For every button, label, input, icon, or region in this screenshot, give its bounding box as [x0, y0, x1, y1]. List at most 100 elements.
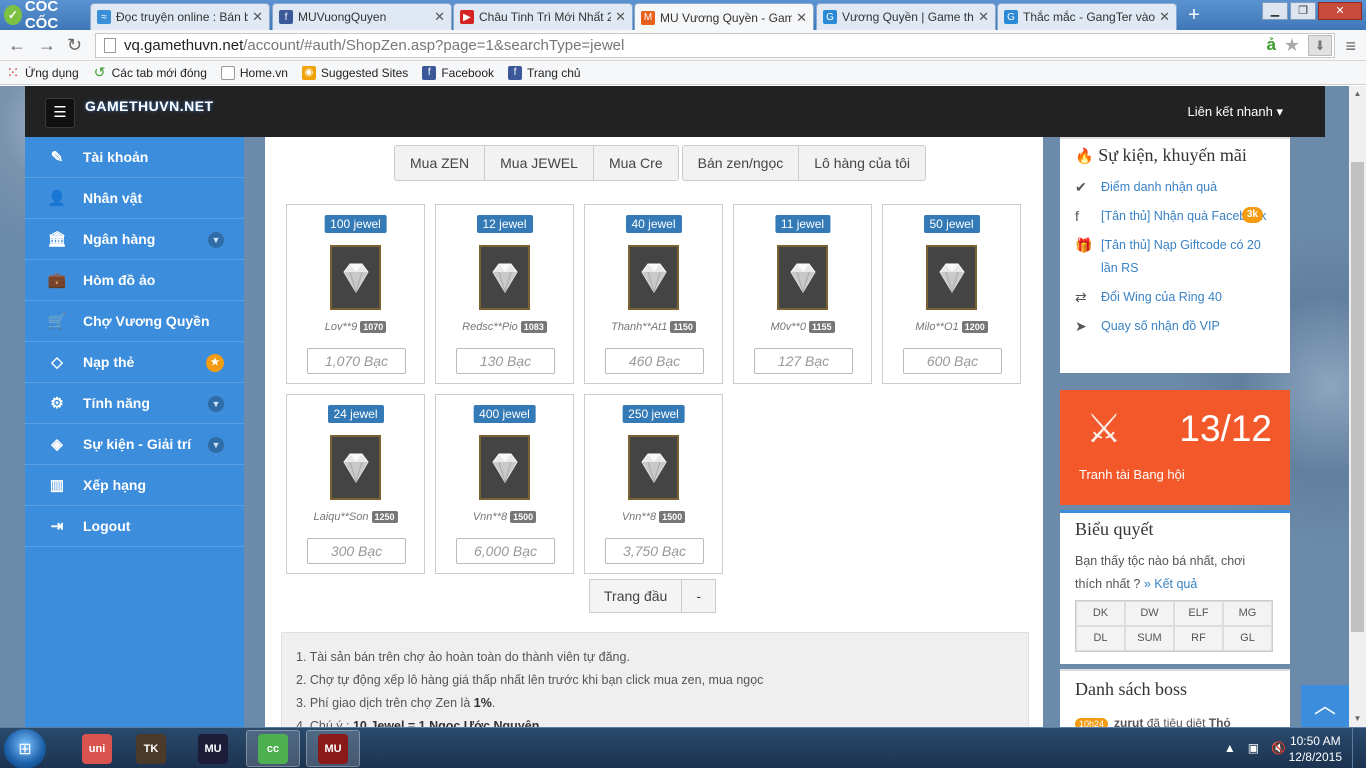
bookmark-item[interactable]: ⁙ Ứng dụng — [6, 65, 78, 82]
shop-tab-button[interactable]: Mua JEWEL — [484, 145, 594, 181]
scroll-to-top-button[interactable]: ︿ — [1301, 685, 1349, 727]
quick-link-dropdown[interactable]: Liên kết nhanh ▾ — [1188, 104, 1283, 120]
jewel-card[interactable]: 50 jewel Milo**O1 1200 600 Bạc — [882, 204, 1021, 384]
sidebar-item[interactable]: ◇ Nạp thẻ ★ — [25, 342, 244, 383]
start-button[interactable]: ⊞ — [4, 729, 46, 768]
browser-menu-icon[interactable]: ≡ — [1345, 36, 1356, 57]
jewel-card[interactable]: 40 jewel Thanh**At1 1150 460 Bạc — [584, 204, 723, 384]
jewel-card[interactable]: 400 jewel Vnn**8 1500 6,000 Bạc — [435, 394, 574, 574]
game-launcher-icon: TK — [136, 733, 166, 764]
pager-button[interactable]: Trang đầu — [589, 579, 683, 613]
jewel-price-button[interactable]: 3,750 Bạc — [605, 538, 704, 564]
sidebar-item[interactable]: 🛒 Chợ Vương Quyền — [25, 301, 244, 342]
jewel-card[interactable]: 12 jewel Redsc**Pio 1083 130 Bạc — [435, 204, 574, 384]
url-input[interactable]: vq.gamethuvn.net/account/#auth/ShopZen.a… — [95, 33, 1335, 58]
bookmark-item[interactable]: ↺ Các tab mới đóng — [93, 64, 207, 80]
browser-brand[interactable]: ✓ CỐC CỐC — [0, 0, 88, 32]
show-desktop-button[interactable] — [1352, 728, 1366, 768]
bookmark-item[interactable]: Home.vn — [220, 65, 288, 80]
note-text-end: . — [491, 696, 496, 710]
scroll-up-icon[interactable]: ▲ — [1349, 86, 1366, 102]
browser-tab[interactable]: G Vương Quyền | Game thủ ✕ — [816, 3, 996, 30]
tray-expand-icon[interactable]: ▲ — [1224, 741, 1236, 755]
system-clock[interactable]: 10:50 AM 12/8/2015 — [1289, 733, 1342, 765]
jewel-price-button[interactable]: 127 Bạc — [754, 348, 853, 374]
sidebar-item[interactable]: 🏛 Ngân hàng ▼ — [25, 219, 244, 260]
sidebar-item[interactable]: ◈ Sự kiện - Giải trí ▼ — [25, 424, 244, 465]
taskbar-app[interactable]: MU — [186, 730, 240, 767]
bookmark-item[interactable]: f Trang chủ — [508, 65, 581, 80]
jewel-card[interactable]: 100 jewel Lov**9 1070 1,070 Bạc — [286, 204, 425, 384]
event-link[interactable]: f [Tân thủ] Nhận quà Facebook 3k — [1075, 205, 1275, 228]
event-link[interactable]: 🎁 [Tân thủ] Nạp Giftcode có 20 lần RS — [1075, 234, 1275, 280]
poll-option-button[interactable]: GL — [1223, 626, 1272, 651]
browser-tab[interactable]: ≈ Đọc truyện online : Bán b ✕ — [90, 3, 270, 30]
tab-close-icon[interactable]: ✕ — [796, 10, 807, 26]
poll-option-button[interactable]: RF — [1174, 626, 1223, 651]
jewel-price-button[interactable]: 600 Bạc — [903, 348, 1002, 374]
browser-tab[interactable]: f MUVuongQuyen ✕ — [272, 3, 452, 30]
taskbar-app[interactable]: uni — [70, 730, 124, 767]
event-link[interactable]: ⇄ Đổi Wing của Ring 40 — [1075, 286, 1275, 309]
shop-tab-button[interactable]: Mua ZEN — [394, 145, 486, 181]
jewel-card[interactable]: 24 jewel Laiqu**Son 1250 300 Bạc — [286, 394, 425, 574]
bookmark-item[interactable]: ◉ Suggested Sites — [301, 65, 408, 80]
volume-muted-icon[interactable]: 🔇 — [1271, 741, 1286, 755]
event-link[interactable]: ✔ Điểm danh nhận quà — [1075, 176, 1275, 199]
scrollbar-thumb[interactable] — [1351, 162, 1364, 632]
shop-action-button[interactable]: Bán zen/ngọc — [681, 145, 800, 181]
vertical-scrollbar[interactable]: ▲ ▼ — [1349, 86, 1366, 727]
browser-tab[interactable]: ▶ Châu Tinh Trì Mới Nhất 2 ✕ — [453, 3, 633, 30]
site-logo[interactable]: MU GAMETHUVN.NET — [85, 92, 214, 122]
sidebar-item[interactable]: ⇥ Logout — [25, 506, 244, 547]
hamburger-menu-icon[interactable]: ☰ — [45, 98, 75, 128]
bookmark-item[interactable]: f Facebook — [422, 65, 494, 80]
new-tab-button[interactable]: + — [1182, 4, 1206, 26]
minimize-button[interactable]: ▁ — [1262, 2, 1288, 20]
tab-close-icon[interactable]: ✕ — [978, 9, 989, 25]
jewel-card[interactable]: 11 jewel M0v**0 1155 127 Bạc — [733, 204, 872, 384]
coccoc-extension-icon[interactable]: ả — [1267, 35, 1276, 55]
jewel-card[interactable]: 250 jewel Vnn**8 1500 3,750 Bạc — [584, 394, 723, 574]
network-icon[interactable]: ▣ — [1248, 741, 1259, 755]
shop-tab-button[interactable]: Mua Cre — [592, 145, 679, 181]
bookmark-star-icon[interactable]: ★ — [1284, 35, 1300, 56]
jewel-price-button[interactable]: 300 Bạc — [307, 538, 406, 564]
jewel-price-button[interactable]: 6,000 Bạc — [456, 538, 555, 564]
sidebar-item[interactable]: ✎ Tài khoản — [25, 137, 244, 178]
reload-icon[interactable]: ↻ — [67, 35, 82, 56]
poll-option-button[interactable]: ELF — [1174, 601, 1223, 626]
event-link[interactable]: ➤ Quay số nhận đồ VIP — [1075, 315, 1275, 338]
maximize-button[interactable]: ❐ — [1290, 2, 1316, 20]
poll-option-button[interactable]: DW — [1125, 601, 1174, 626]
jewel-price-button[interactable]: 460 Bạc — [605, 348, 704, 374]
poll-results-link[interactable]: » Kết quả — [1144, 577, 1198, 591]
jewel-price-button[interactable]: 1,070 Bạc — [307, 348, 406, 374]
sidebar-item[interactable]: ▥ Xếp hạng — [25, 465, 244, 506]
guild-war-box[interactable]: ⚔ 13/12 Tranh tài Bang hội — [1060, 390, 1290, 505]
browser-tab[interactable]: G Thắc mắc - GangTer vào ✕ — [997, 3, 1177, 30]
scroll-down-icon[interactable]: ▼ — [1349, 711, 1366, 727]
download-icon[interactable]: ⬇ — [1308, 35, 1332, 56]
poll-option-button[interactable]: MG — [1223, 601, 1272, 626]
taskbar-app[interactable]: MU — [306, 730, 360, 767]
tab-close-icon[interactable]: ✕ — [615, 9, 626, 25]
tab-close-icon[interactable]: ✕ — [252, 9, 263, 25]
jewel-price-button[interactable]: 130 Bạc — [456, 348, 555, 374]
close-window-button[interactable]: ✕ — [1318, 2, 1362, 20]
taskbar-app[interactable]: cc — [246, 730, 300, 767]
sidebar-item[interactable]: 💼 Hòm đồ ảo — [25, 260, 244, 301]
sidebar-item[interactable]: ⚙ Tính năng ▼ — [25, 383, 244, 424]
tab-close-icon[interactable]: ✕ — [1159, 9, 1170, 25]
poll-option-button[interactable]: DK — [1076, 601, 1125, 626]
forward-icon[interactable]: → — [38, 35, 56, 56]
browser-tab[interactable]: M MU Vương Quyền - Gam ✕ — [634, 3, 814, 31]
taskbar-app[interactable]: TK — [124, 730, 178, 767]
poll-option-button[interactable]: SUM — [1125, 626, 1174, 651]
pager-button[interactable]: - — [681, 579, 716, 613]
poll-option-button[interactable]: DL — [1076, 626, 1125, 651]
shop-action-button[interactable]: Lô hàng của tôi — [798, 145, 926, 181]
back-icon[interactable]: ← — [8, 35, 26, 56]
tab-close-icon[interactable]: ✕ — [434, 9, 445, 25]
sidebar-item[interactable]: 👤 Nhân vật — [25, 178, 244, 219]
